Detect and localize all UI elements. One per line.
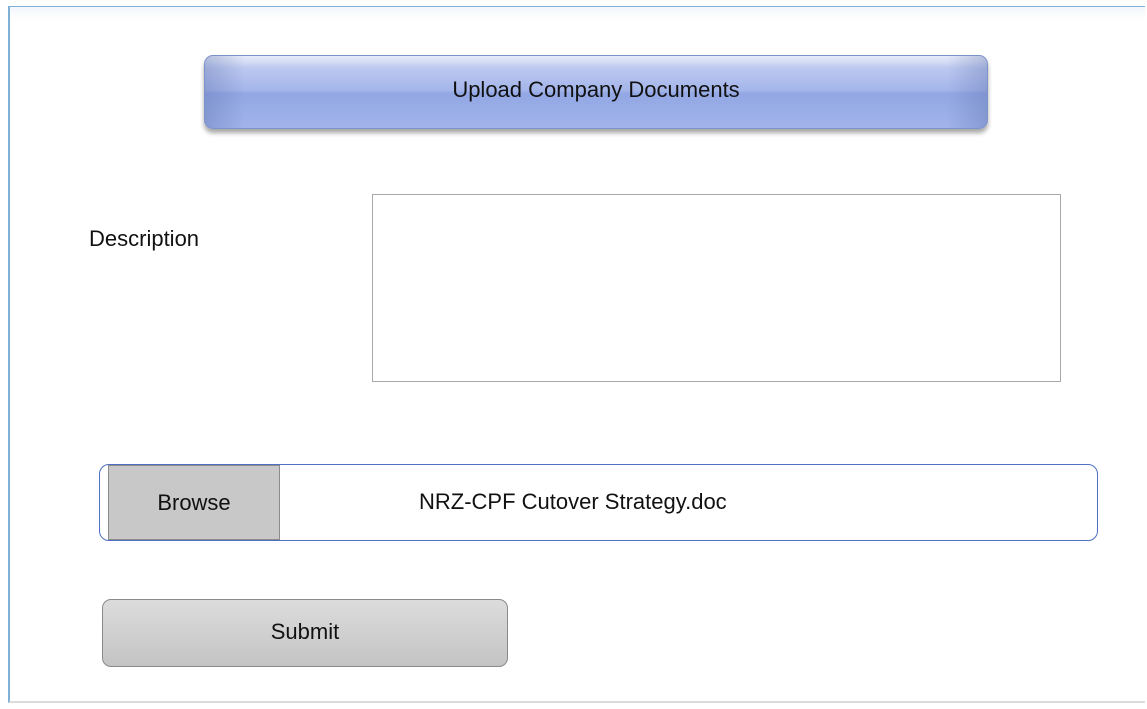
selected-file-name: NRZ-CPF Cutover Strategy.doc [419,489,727,514]
description-label: Description [89,226,200,251]
page-title-banner: Upload Company Documents [204,55,988,129]
description-textarea[interactable] [372,194,1061,382]
submit-button[interactable]: Submit [102,599,508,667]
page-title: Upload Company Documents [452,77,740,102]
file-picker: Browse NRZ-CPF Cutover Strategy.doc [99,464,1098,541]
browse-button[interactable]: Browse [108,465,280,540]
panel-top-edge [10,7,1145,21]
